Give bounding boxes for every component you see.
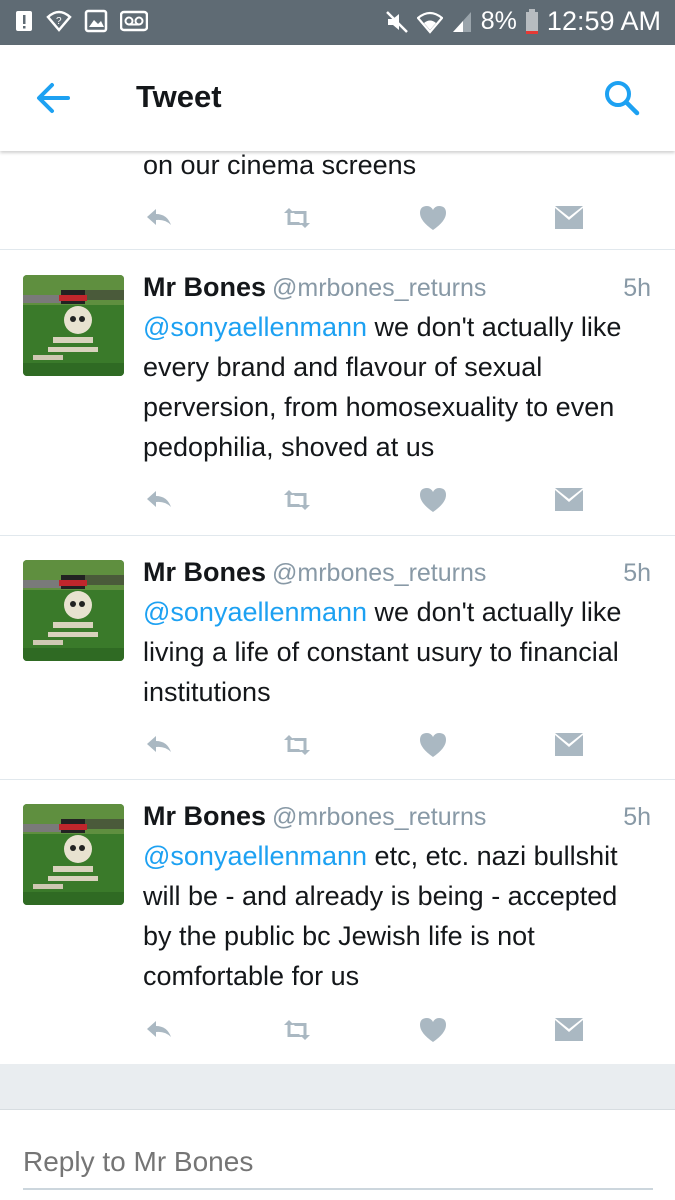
author-line: Mr Bones @mrbones_returns (143, 557, 486, 588)
reply-icon[interactable] (143, 1015, 175, 1045)
retweet-icon[interactable] (281, 485, 313, 515)
status-right: 8% 12:59 AM (385, 6, 661, 37)
author-name[interactable]: Mr Bones (143, 801, 266, 831)
search-icon[interactable] (599, 75, 645, 121)
tweet-actions (143, 1015, 583, 1045)
signal-icon (452, 11, 471, 32)
avatar[interactable] (23, 804, 124, 905)
clock: 12:59 AM (546, 6, 661, 36)
tweet-time: 5h (623, 559, 651, 587)
tweet-text: @sonyaellenmann etc, etc. nazi bullshit … (143, 836, 643, 996)
reply-icon[interactable] (143, 730, 175, 760)
message-icon[interactable] (553, 485, 585, 515)
skeleton-avatar-image (23, 560, 124, 661)
author-name[interactable]: Mr Bones (143, 272, 266, 302)
author-handle[interactable]: @mrbones_returns (272, 803, 486, 831)
image-icon (84, 9, 108, 33)
mention-link[interactable]: @sonyaellenmann (143, 597, 367, 627)
voicemail-icon (120, 10, 148, 32)
tweet-card[interactable]: Mr Bones @mrbones_returns 5h @sonyaellenm… (0, 535, 675, 780)
page-title: Tweet (136, 79, 222, 114)
tweet-card[interactable]: Mr Bones @mrbones_returns 5h @sonyaellenm… (0, 250, 675, 536)
wifi-question-icon: ? (46, 10, 72, 32)
reply-input[interactable] (23, 1136, 653, 1190)
avatar[interactable] (23, 275, 124, 376)
app-bar: Tweet (0, 45, 675, 151)
battery-icon (525, 8, 538, 34)
retweet-icon[interactable] (281, 730, 313, 760)
message-icon[interactable] (553, 730, 585, 760)
like-icon[interactable] (417, 485, 449, 515)
divider-strip (0, 1064, 675, 1110)
tweet-time: 5h (623, 803, 651, 831)
retweet-icon[interactable] (281, 1015, 313, 1045)
author-name[interactable]: Mr Bones (143, 557, 266, 587)
like-icon[interactable] (417, 203, 449, 233)
author-line: Mr Bones @mrbones_returns (143, 801, 486, 832)
avatar[interactable] (23, 560, 124, 661)
retweet-icon[interactable] (281, 203, 313, 233)
mention-link[interactable]: @sonyaellenmann (143, 841, 367, 871)
wifi-icon (416, 11, 443, 34)
tweet-text: on our cinema screens (143, 150, 417, 180)
message-icon[interactable] (553, 1015, 585, 1045)
previous-tweet-fragment[interactable]: on our cinema screens (0, 150, 675, 250)
author-line: Mr Bones @mrbones_returns (143, 272, 486, 303)
reply-icon[interactable] (143, 203, 175, 233)
alert-icon (16, 11, 32, 31)
tweet-actions (143, 485, 583, 515)
status-left-icons: ? (14, 9, 148, 33)
author-handle[interactable]: @mrbones_returns (272, 559, 486, 587)
tweet-actions (143, 730, 583, 760)
reply-bar (0, 1110, 675, 1200)
tweet-text: @sonyaellenmann we don't actually like l… (143, 592, 643, 712)
arrow-left-icon[interactable] (30, 78, 76, 118)
tweet-actions (143, 203, 583, 233)
reply-icon[interactable] (143, 485, 175, 515)
skeleton-avatar-image (23, 804, 124, 905)
mention-link[interactable]: @sonyaellenmann (143, 312, 367, 342)
author-handle[interactable]: @mrbones_returns (272, 274, 486, 302)
message-icon[interactable] (553, 203, 585, 233)
status-bar: ? 8% 12:59 AM (0, 0, 675, 45)
skeleton-avatar-image (23, 275, 124, 376)
mute-icon (385, 10, 408, 33)
tweet-card[interactable]: Mr Bones @mrbones_returns 5h @sonyaellenm… (0, 779, 675, 1065)
tweet-time: 5h (623, 274, 651, 302)
svg-text:?: ? (56, 16, 62, 27)
like-icon[interactable] (417, 730, 449, 760)
like-icon[interactable] (417, 1015, 449, 1045)
battery-percent: 8% (480, 7, 517, 35)
tweet-text: @sonyaellenmann we don't actually like e… (143, 307, 643, 467)
